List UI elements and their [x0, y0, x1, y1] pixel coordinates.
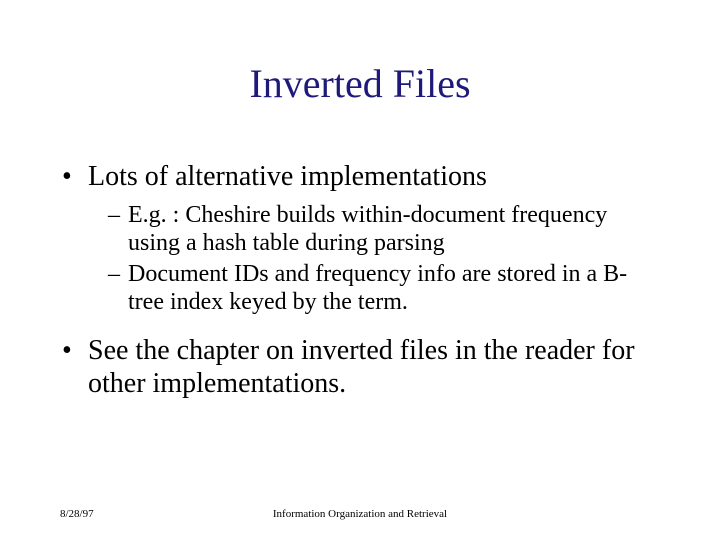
slide: Inverted Files Lots of alternative imple… [0, 0, 720, 540]
bullet-text: See the chapter on inverted files in the… [88, 335, 635, 399]
sub-bullet-group: E.g. : Cheshire builds within-document f… [108, 201, 660, 316]
slide-body: Lots of alternative implementations E.g.… [60, 160, 660, 408]
bullet-text: E.g. : Cheshire builds within-document f… [128, 202, 607, 256]
bullet-level1: Lots of alternative implementations [60, 160, 660, 193]
footer-center: Information Organization and Retrieval [0, 508, 720, 520]
bullet-text: Lots of alternative implementations [88, 161, 487, 192]
bullet-level2: E.g. : Cheshire builds within-document f… [108, 201, 660, 258]
slide-title: Inverted Files [0, 60, 720, 107]
bullet-text: Document IDs and frequency info are stor… [128, 261, 627, 315]
bullet-level2: Document IDs and frequency info are stor… [108, 260, 660, 317]
bullet-level1: See the chapter on inverted files in the… [60, 334, 660, 400]
